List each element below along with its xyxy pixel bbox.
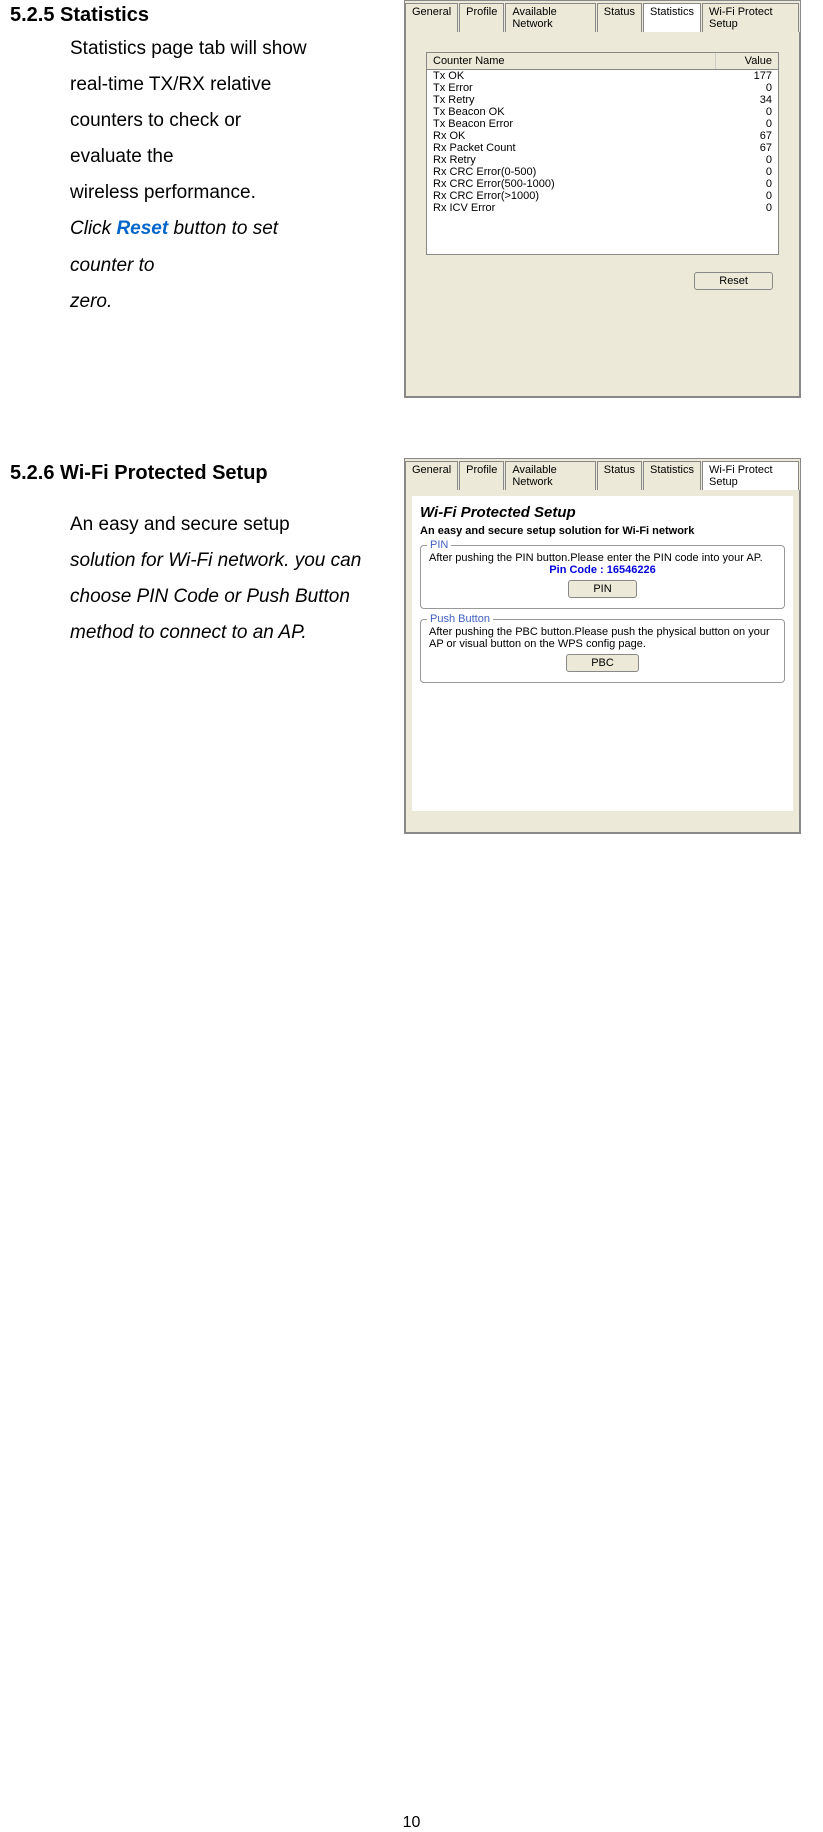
tab-wps[interactable]: Wi-Fi Protect Setup bbox=[702, 3, 799, 32]
text: Click Reset button to set bbox=[70, 218, 278, 239]
counter-value: 67 bbox=[716, 142, 778, 154]
counter-value: 0 bbox=[716, 166, 778, 178]
tab-status[interactable]: Status bbox=[597, 3, 642, 32]
table-row: Rx CRC Error(>1000)0 bbox=[427, 190, 778, 202]
counter-name: Rx CRC Error(>1000) bbox=[427, 190, 716, 202]
wps-screenshot: General Profile Available Network Status… bbox=[404, 458, 801, 834]
table-row: Tx Beacon OK0 bbox=[427, 106, 778, 118]
tab-available-network[interactable]: Available Network bbox=[505, 3, 595, 32]
pin-code: Pin Code : 16546226 bbox=[429, 564, 776, 576]
tab-statistics[interactable]: Statistics bbox=[643, 3, 701, 32]
reset-button-row: Reset bbox=[416, 265, 789, 296]
counter-value: 0 bbox=[716, 178, 778, 190]
reset-word: Reset bbox=[116, 218, 168, 239]
tab-content: Counter Name Value Tx OK177Tx Error0Tx R… bbox=[405, 32, 800, 397]
col-header-value[interactable]: Value bbox=[716, 53, 778, 69]
section-heading-wps: 5.2.6 Wi-Fi Protected Setup bbox=[10, 462, 404, 485]
counter-value: 67 bbox=[716, 130, 778, 142]
tab-available-network[interactable]: Available Network bbox=[505, 461, 595, 490]
wps-description: An easy and secure setup solution for Wi… bbox=[70, 507, 404, 651]
pin-fieldset: PIN After pushing the PIN button.Please … bbox=[420, 545, 785, 609]
counter-name: Tx Beacon Error bbox=[427, 118, 716, 130]
stats-header: Counter Name Value bbox=[427, 53, 778, 70]
tab-general[interactable]: General bbox=[405, 3, 458, 32]
tab-profile[interactable]: Profile bbox=[459, 461, 504, 490]
table-row: Rx ICV Error0 bbox=[427, 202, 778, 214]
counter-name: Tx Beacon OK bbox=[427, 106, 716, 118]
pbc-button[interactable]: PBC bbox=[566, 654, 639, 672]
counter-value: 0 bbox=[716, 154, 778, 166]
pin-legend: PIN bbox=[427, 539, 451, 551]
counter-name: Rx Packet Count bbox=[427, 142, 716, 154]
table-row: Rx CRC Error(0-500)0 bbox=[427, 166, 778, 178]
text: counter to bbox=[70, 255, 155, 276]
text: wireless performance. bbox=[70, 182, 256, 203]
table-row: Rx Retry0 bbox=[427, 154, 778, 166]
table-row: Tx Retry34 bbox=[427, 94, 778, 106]
wps-content: Wi-Fi Protected Setup An easy and secure… bbox=[412, 496, 793, 811]
pb-text: After pushing the PBC button.Please push… bbox=[429, 626, 776, 650]
text: real-time TX/RX relative bbox=[70, 74, 271, 95]
stats-table: Counter Name Value Tx OK177Tx Error0Tx R… bbox=[426, 52, 779, 255]
counter-name: Tx OK bbox=[427, 70, 716, 82]
text: zero. bbox=[70, 291, 112, 312]
tab-row: General Profile Available Network Status… bbox=[405, 1, 800, 32]
section-heading-statistics: 5.2.5 Statistics bbox=[10, 4, 404, 27]
table-row: Tx Beacon Error0 bbox=[427, 118, 778, 130]
statistics-description: Statistics page tab will show real-time … bbox=[70, 31, 404, 320]
text: counters to check or bbox=[70, 110, 241, 131]
statistics-screenshot: General Profile Available Network Status… bbox=[404, 0, 801, 398]
tab-statistics[interactable]: Statistics bbox=[643, 461, 701, 490]
tab-row: General Profile Available Network Status… bbox=[405, 459, 800, 490]
counter-name: Rx Retry bbox=[427, 154, 716, 166]
counter-name: Rx OK bbox=[427, 130, 716, 142]
text: evaluate the bbox=[70, 146, 174, 167]
counter-name: Tx Error bbox=[427, 82, 716, 94]
table-row: Rx Packet Count67 bbox=[427, 142, 778, 154]
pb-legend: Push Button bbox=[427, 613, 493, 625]
tab-status[interactable]: Status bbox=[597, 461, 642, 490]
wps-subtitle: An easy and secure setup solution for Wi… bbox=[420, 525, 785, 537]
counter-value: 34 bbox=[716, 94, 778, 106]
wps-title: Wi-Fi Protected Setup bbox=[420, 504, 785, 521]
table-row: Tx OK177 bbox=[427, 70, 778, 82]
counter-name: Tx Retry bbox=[427, 94, 716, 106]
text: Click bbox=[70, 218, 116, 239]
pin-text: After pushing the PIN button.Please ente… bbox=[429, 552, 776, 564]
counter-name: Rx CRC Error(500-1000) bbox=[427, 178, 716, 190]
pin-button[interactable]: PIN bbox=[568, 580, 636, 598]
counter-value: 0 bbox=[716, 106, 778, 118]
text: An easy and secure setup bbox=[70, 514, 290, 535]
tab-profile[interactable]: Profile bbox=[459, 3, 504, 32]
counter-value: 0 bbox=[716, 202, 778, 214]
counter-name: Rx ICV Error bbox=[427, 202, 716, 214]
tab-general[interactable]: General bbox=[405, 461, 458, 490]
text: button to set bbox=[168, 218, 278, 239]
counter-value: 0 bbox=[716, 118, 778, 130]
text: solution for Wi-Fi network. you can choo… bbox=[70, 550, 361, 643]
push-button-fieldset: Push Button After pushing the PBC button… bbox=[420, 619, 785, 683]
table-row: Rx OK67 bbox=[427, 130, 778, 142]
stats-body: Tx OK177Tx Error0Tx Retry34Tx Beacon OK0… bbox=[427, 70, 778, 214]
counter-value: 0 bbox=[716, 190, 778, 202]
counter-value: 177 bbox=[716, 70, 778, 82]
counter-value: 0 bbox=[716, 82, 778, 94]
table-row: Tx Error0 bbox=[427, 82, 778, 94]
tab-content: Wi-Fi Protected Setup An easy and secure… bbox=[405, 490, 800, 833]
reset-button[interactable]: Reset bbox=[694, 272, 773, 290]
counter-name: Rx CRC Error(0-500) bbox=[427, 166, 716, 178]
text: Statistics page tab will show bbox=[70, 38, 307, 59]
tab-wps[interactable]: Wi-Fi Protect Setup bbox=[702, 461, 799, 490]
page-number: 10 bbox=[10, 1814, 813, 1832]
col-header-name[interactable]: Counter Name bbox=[427, 53, 716, 69]
table-row: Rx CRC Error(500-1000)0 bbox=[427, 178, 778, 190]
